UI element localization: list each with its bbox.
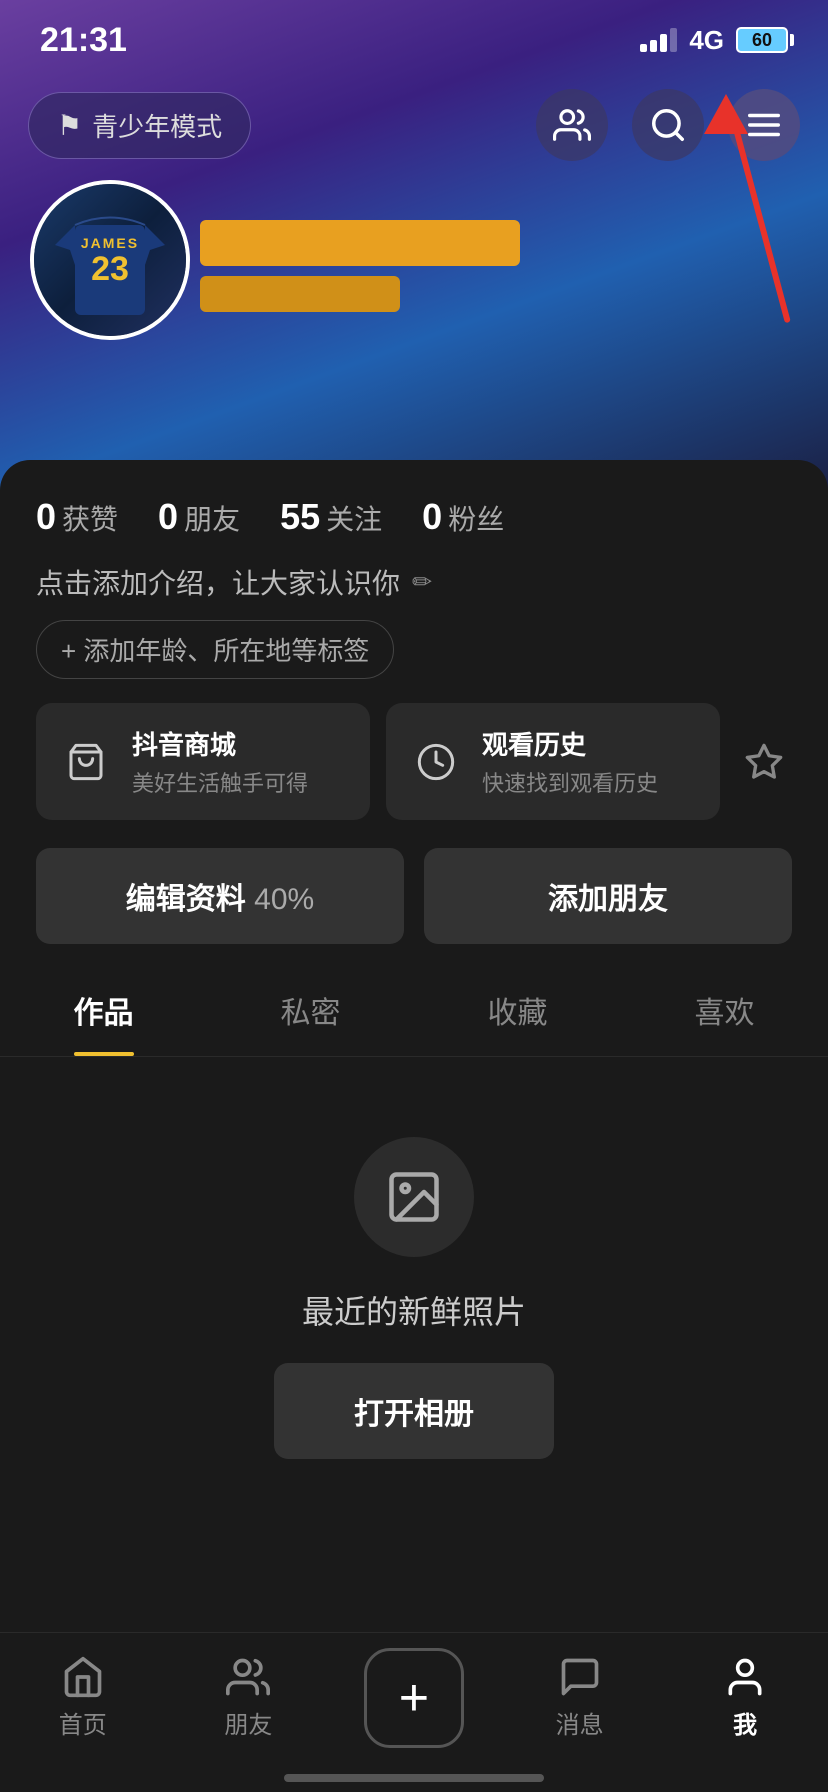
likes-count: 0 (36, 496, 56, 538)
shop-action-item[interactable]: 抖音商城 美好生活触手可得 (36, 703, 370, 820)
avatar-inner: 23 JAMES (34, 184, 186, 336)
history-subtitle: 快速找到观看历史 (482, 766, 658, 798)
edit-icon[interactable]: ✏ (412, 568, 432, 597)
history-text: 观看历史 快速找到观看历史 (482, 725, 658, 798)
tab-favorites[interactable]: 收藏 (414, 972, 621, 1056)
message-icon (558, 1655, 602, 1699)
svg-text:23: 23 (91, 250, 129, 288)
followers-count: 0 (422, 496, 442, 538)
status-time: 21:31 (40, 21, 127, 60)
tab-me-label: 我 (733, 1705, 757, 1740)
photo-icon (384, 1167, 444, 1227)
add-friend-button[interactable]: 添加朋友 (424, 848, 792, 944)
more-icon-button[interactable] (736, 734, 792, 790)
youth-mode-button[interactable]: ⚑ 青少年模式 (28, 92, 251, 159)
menu-icon-button[interactable] (728, 89, 800, 161)
stat-friends: 0 朋友 (158, 496, 240, 538)
youth-mode-label: 青少年模式 (92, 107, 222, 144)
main-card: 0 获赞 0 朋友 55 关注 0 粉丝 点击添加介绍，让大家认识你 ✏ + 添… (0, 460, 828, 1652)
status-bar: 21:31 4G 60 (0, 0, 828, 80)
jersey-illustration: 23 JAMES (45, 190, 175, 330)
username-blur-primary (200, 220, 520, 266)
home-icon (61, 1655, 105, 1699)
shop-text: 抖音商城 美好生活触手可得 (132, 725, 308, 798)
bio-section: 点击添加介绍，让大家认识你 ✏ + 添加年龄、所在地等标签 (0, 538, 828, 679)
empty-title: 最近的新鲜照片 (302, 1287, 526, 1333)
tab-private[interactable]: 私密 (207, 972, 414, 1056)
followers-label: 粉丝 (448, 498, 504, 538)
tab-me[interactable]: 我 (695, 1655, 795, 1740)
top-nav: ⚑ 青少年模式 (0, 80, 828, 170)
menu-icon (745, 106, 783, 144)
plus-icon: + (399, 1672, 429, 1724)
nav-icons-group (536, 89, 800, 161)
network-type: 4G (689, 25, 724, 56)
content-tabs: 作品 私密 收藏 喜欢 (0, 944, 828, 1057)
edit-profile-button[interactable]: 编辑资料 40% (36, 848, 404, 944)
shop-title: 抖音商城 (132, 725, 308, 762)
history-icon (410, 736, 462, 788)
open-album-button[interactable]: 打开相册 (274, 1363, 554, 1459)
tab-messages-label: 消息 (556, 1705, 604, 1740)
home-indicator (284, 1774, 544, 1782)
search-icon (649, 106, 687, 144)
signal-icon (640, 28, 677, 52)
bottom-tabbar: 首页 朋友 + 消息 我 (0, 1632, 828, 1792)
add-tag-label: + 添加年龄、所在地等标签 (61, 631, 369, 668)
add-tag-button[interactable]: + 添加年龄、所在地等标签 (36, 620, 394, 679)
battery-icon: 60 (736, 27, 788, 53)
stat-followers[interactable]: 0 粉丝 (422, 496, 504, 538)
search-icon-button[interactable] (632, 89, 704, 161)
svg-text:JAMES: JAMES (81, 235, 139, 251)
action-buttons-row: 编辑资料 40% 添加朋友 (0, 820, 828, 944)
tab-friends[interactable]: 朋友 (198, 1655, 298, 1740)
profile-name-area (200, 220, 798, 312)
following-count: 55 (280, 496, 320, 538)
history-title: 观看历史 (482, 725, 658, 762)
stats-row: 0 获赞 0 朋友 55 关注 0 粉丝 (0, 460, 828, 538)
tab-friends-label: 朋友 (224, 1705, 272, 1740)
shop-subtitle: 美好生活触手可得 (132, 766, 308, 798)
following-label: 关注 (326, 498, 382, 538)
profile-tab-icon (723, 1655, 767, 1699)
add-friend-label: 添加朋友 (548, 883, 668, 916)
friends-count: 0 (158, 496, 178, 538)
stat-following[interactable]: 55 关注 (280, 496, 382, 538)
tab-works[interactable]: 作品 (0, 972, 207, 1056)
shop-icon (60, 736, 112, 788)
tab-home[interactable]: 首页 (33, 1655, 133, 1740)
people-icon (553, 106, 591, 144)
bio-placeholder: 点击添加介绍，让大家认识你 (36, 562, 400, 602)
profile-avatar[interactable]: 23 JAMES (30, 180, 190, 340)
status-icons: 4G 60 (640, 25, 788, 56)
tab-likes[interactable]: 喜欢 (621, 972, 828, 1056)
shield-icon: ⚑ (57, 109, 82, 142)
empty-state: 最近的新鲜照片 打开相册 (0, 1057, 828, 1539)
open-album-label: 打开相册 (354, 1398, 474, 1431)
history-action-item[interactable]: 观看历史 快速找到观看历史 (386, 703, 720, 820)
username-blur-secondary (200, 276, 400, 312)
tab-create[interactable]: + (364, 1648, 464, 1748)
friends-icon-button[interactable] (536, 89, 608, 161)
friends-tab-icon (226, 1655, 270, 1699)
likes-label: 获赞 (62, 498, 118, 538)
quick-actions-row: 抖音商城 美好生活触手可得 观看历史 快速找到观看历史 (0, 679, 828, 820)
tab-messages[interactable]: 消息 (530, 1655, 630, 1740)
friends-label: 朋友 (184, 498, 240, 538)
stat-likes: 0 获赞 (36, 496, 118, 538)
create-button[interactable]: + (364, 1648, 464, 1748)
bio-text[interactable]: 点击添加介绍，让大家认识你 ✏ (36, 562, 792, 602)
tab-home-label: 首页 (59, 1705, 107, 1740)
empty-icon-circle (354, 1137, 474, 1257)
